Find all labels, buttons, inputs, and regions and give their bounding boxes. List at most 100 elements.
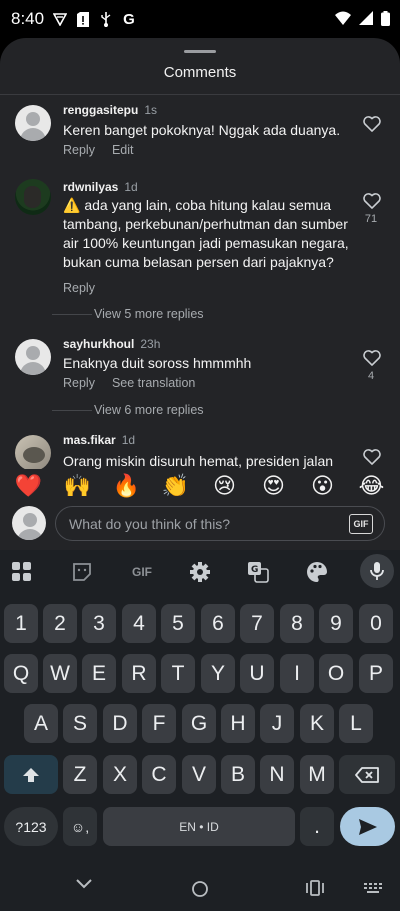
key-3[interactable]: 3 xyxy=(82,604,116,643)
key-o[interactable]: O xyxy=(319,654,353,693)
key-0[interactable]: 0 xyxy=(359,604,393,643)
avatar[interactable] xyxy=(15,339,51,375)
username-text[interactable]: sayhurkhoul xyxy=(63,337,134,351)
key-5[interactable]: 5 xyxy=(161,604,195,643)
key-n[interactable]: N xyxy=(260,755,294,794)
key-y[interactable]: Y xyxy=(201,654,235,693)
edit-button[interactable]: Edit xyxy=(112,143,134,157)
key-q[interactable]: Q xyxy=(4,654,38,693)
emoji-heart[interactable]: ❤️ xyxy=(14,474,44,499)
avatar[interactable] xyxy=(15,179,51,215)
emoji-clap[interactable]: 👏 xyxy=(161,474,191,499)
key-f[interactable]: F xyxy=(142,704,176,743)
key-a[interactable]: A xyxy=(24,704,58,743)
comment-username[interactable]: rdwnilyas 1d xyxy=(63,180,138,194)
username-text[interactable]: renggasitepu xyxy=(63,103,138,117)
apps-grid-icon[interactable] xyxy=(10,560,34,584)
key-i[interactable]: I xyxy=(280,654,314,693)
emoji-key[interactable]: ☺, xyxy=(63,807,97,846)
key-2[interactable]: 2 xyxy=(43,604,77,643)
key-m[interactable]: M xyxy=(300,755,334,794)
reply-button[interactable]: Reply xyxy=(63,143,95,157)
avatar[interactable] xyxy=(15,105,51,141)
heart-icon[interactable] xyxy=(363,449,381,465)
palette-icon[interactable] xyxy=(305,560,329,584)
period-key[interactable]: . xyxy=(300,807,334,846)
key-b[interactable]: B xyxy=(221,755,255,794)
view-more-label[interactable]: View 5 more replies xyxy=(94,307,204,321)
key-d[interactable]: D xyxy=(103,704,137,743)
key-c[interactable]: C xyxy=(142,755,176,794)
key-s[interactable]: S xyxy=(63,704,97,743)
shift-key[interactable] xyxy=(4,755,58,794)
input-placeholder[interactable]: What do you think of this? xyxy=(69,516,230,532)
symbols-key[interactable]: ?123 xyxy=(4,807,58,846)
emoji-cry[interactable]: 😢 xyxy=(210,474,240,499)
key-u[interactable]: U xyxy=(240,654,274,693)
gif-button[interactable]: GIF xyxy=(349,514,373,534)
key-e[interactable]: E xyxy=(82,654,116,693)
view-more-label[interactable]: View 6 more replies xyxy=(94,403,204,417)
emoji-laugh[interactable]: 😂 xyxy=(357,474,387,499)
key-z[interactable]: Z xyxy=(63,755,97,794)
send-key[interactable] xyxy=(340,807,395,846)
key-h[interactable]: H xyxy=(221,704,255,743)
emoji-fire[interactable]: 🔥 xyxy=(112,474,142,499)
view-more-replies[interactable]: View 5 more replies xyxy=(52,307,204,321)
key-w[interactable]: W xyxy=(43,654,77,693)
emoji-surprised[interactable]: 😮 xyxy=(308,474,338,499)
key-8[interactable]: 8 xyxy=(280,604,314,643)
comment-username[interactable]: sayhurkhoul 23h xyxy=(63,337,160,351)
key-g[interactable]: G xyxy=(182,704,216,743)
gif-icon[interactable]: GIF xyxy=(127,560,157,584)
key-4[interactable]: 4 xyxy=(122,604,156,643)
key-k[interactable]: K xyxy=(300,704,334,743)
key-7[interactable]: 7 xyxy=(240,604,274,643)
divider-line xyxy=(52,409,92,411)
emoji-raised-hands[interactable]: 🙌 xyxy=(63,474,93,499)
sticker-icon[interactable] xyxy=(70,560,94,584)
key-6[interactable]: 6 xyxy=(201,604,235,643)
key-r[interactable]: R xyxy=(122,654,156,693)
view-more-replies[interactable]: View 6 more replies xyxy=(52,403,204,417)
heart-icon[interactable] xyxy=(363,116,381,132)
mic-icon[interactable] xyxy=(360,554,394,588)
space-bar[interactable]: EN • ID xyxy=(103,807,295,846)
comments-list[interactable]: renggasitepu 1s Keren banget pokoknya! Ng… xyxy=(0,95,400,469)
signal-icon xyxy=(359,11,373,31)
comment-input[interactable]: What do you think of this? GIF xyxy=(55,506,385,541)
key-v[interactable]: V xyxy=(182,755,216,794)
key-j[interactable]: J xyxy=(260,704,294,743)
key-t[interactable]: T xyxy=(161,654,195,693)
drag-handle[interactable] xyxy=(184,50,216,53)
username-text[interactable]: mas.fikar xyxy=(63,433,116,447)
see-translation-button[interactable]: See translation xyxy=(112,376,195,390)
svg-text:G: G xyxy=(251,565,258,575)
back-chevron-icon[interactable] xyxy=(74,877,94,891)
username-text[interactable]: rdwnilyas xyxy=(63,180,118,194)
divider-line xyxy=(52,313,92,315)
key-l[interactable]: L xyxy=(339,704,373,743)
heart-icon[interactable] xyxy=(363,350,381,366)
emoji-heart-eyes[interactable]: 😍 xyxy=(259,474,289,499)
key-x[interactable]: X xyxy=(103,755,137,794)
key-1[interactable]: 1 xyxy=(4,604,38,643)
key-9[interactable]: 9 xyxy=(319,604,353,643)
key-p[interactable]: P xyxy=(359,654,393,693)
reply-button[interactable]: Reply xyxy=(63,281,95,295)
home-icon[interactable] xyxy=(191,880,209,898)
reply-button[interactable]: Reply xyxy=(63,376,95,390)
comment-item: mas.fikar 1d Orang miskin disuruh hemat, … xyxy=(0,431,400,469)
comment-username[interactable]: renggasitepu 1s xyxy=(63,103,157,117)
tiktok-icon xyxy=(52,11,68,27)
comment-actions: Reply See translation xyxy=(63,376,195,390)
backspace-key[interactable] xyxy=(339,755,395,794)
keyboard-switch-icon[interactable] xyxy=(364,883,382,895)
comment-time: 1d xyxy=(121,433,136,447)
settings-gear-icon[interactable] xyxy=(188,560,212,584)
heart-icon[interactable] xyxy=(363,193,381,209)
comment-username[interactable]: mas.fikar 1d xyxy=(63,433,135,447)
translate-icon[interactable]: G xyxy=(246,560,270,584)
recents-icon[interactable] xyxy=(306,880,324,896)
avatar[interactable] xyxy=(15,435,51,469)
